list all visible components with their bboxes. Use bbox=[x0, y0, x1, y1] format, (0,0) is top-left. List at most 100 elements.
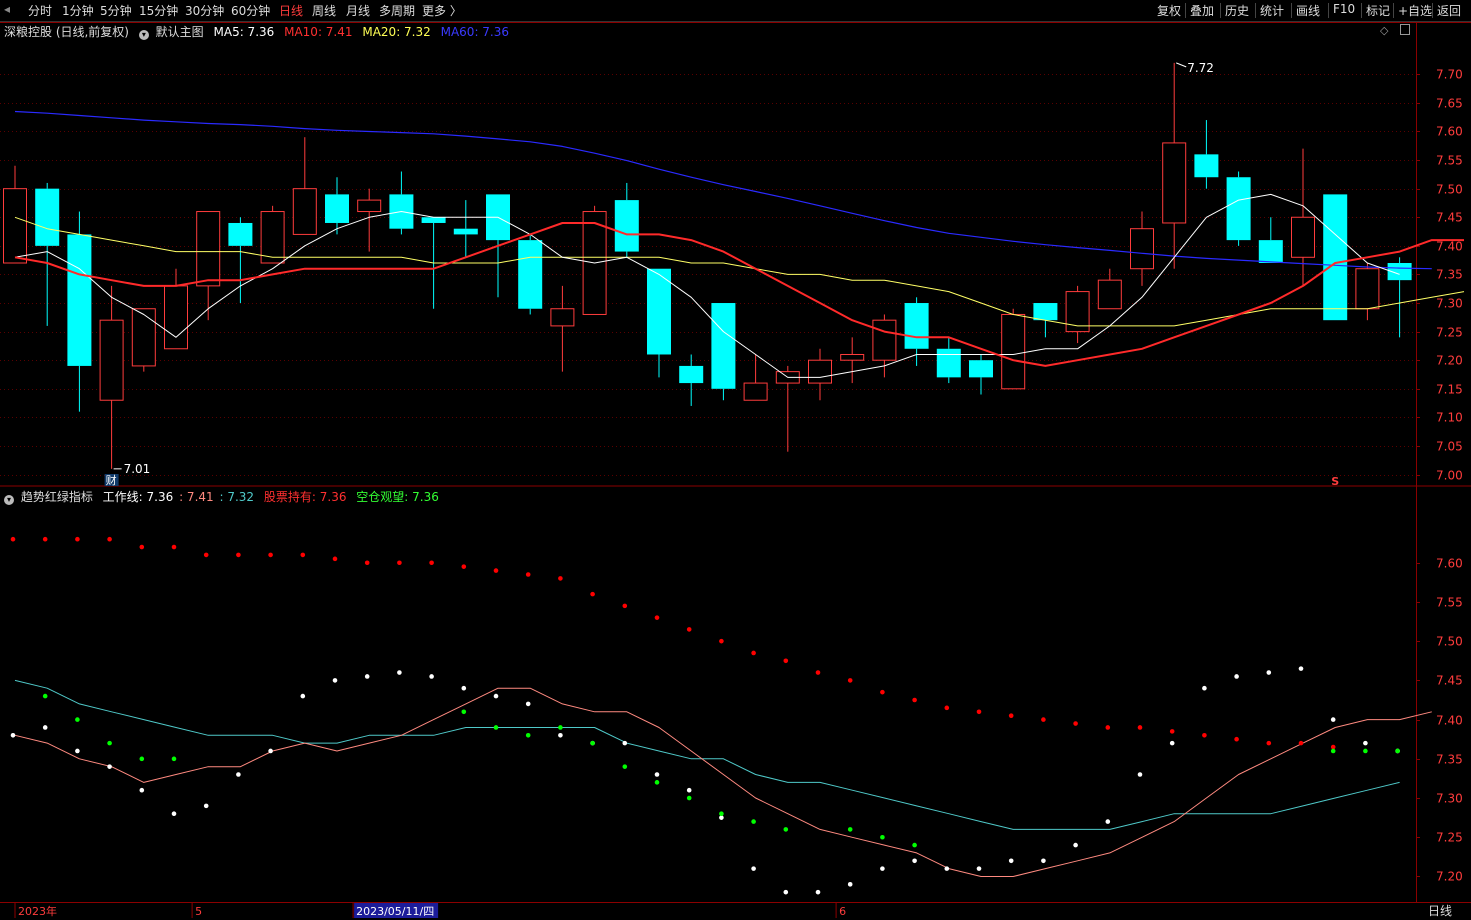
hold-dot bbox=[203, 552, 209, 558]
candle-body-up bbox=[1097, 279, 1122, 310]
period-tab-9[interactable]: 多周期 bbox=[379, 2, 415, 19]
work-dot bbox=[1008, 858, 1014, 864]
indicator-value-3: : 7.32 bbox=[219, 490, 255, 504]
candle-body-down bbox=[647, 268, 671, 355]
work-dot bbox=[1330, 717, 1336, 722]
candle bbox=[1258, 217, 1283, 263]
toolbar-action-1[interactable]: 叠加 bbox=[1190, 2, 1214, 19]
period-tab-0[interactable]: 分时 bbox=[28, 2, 52, 19]
candle bbox=[1323, 194, 1348, 321]
hold-dot bbox=[654, 615, 660, 620]
main-tick-label: 7.00 bbox=[1436, 469, 1463, 483]
candle bbox=[260, 205, 285, 264]
work-dot bbox=[1137, 772, 1143, 777]
candle bbox=[3, 165, 27, 264]
indicator-dropdown-icon[interactable]: ▾ bbox=[4, 495, 14, 505]
hold-dot bbox=[880, 689, 885, 695]
candle-body-up bbox=[1001, 313, 1026, 390]
main-tick-label: 7.30 bbox=[1436, 297, 1463, 311]
candle bbox=[67, 211, 92, 412]
candle bbox=[228, 217, 253, 304]
candle bbox=[743, 354, 768, 401]
toolbar-separator bbox=[1432, 3, 1433, 18]
work-dot bbox=[1202, 685, 1207, 691]
sub-tick-label: 7.60 bbox=[1436, 557, 1463, 571]
period-tab-5[interactable]: 60分钟 bbox=[231, 2, 270, 19]
candle-body-down bbox=[1258, 240, 1283, 263]
date-label: 2023年 bbox=[18, 904, 57, 918]
candle bbox=[1226, 171, 1251, 246]
watch-dot bbox=[751, 819, 756, 824]
work-dot bbox=[364, 674, 370, 679]
period-tab-8[interactable]: 月线 bbox=[346, 2, 370, 19]
indicator-title[interactable]: 趋势红绿指标 bbox=[21, 490, 93, 504]
hold-dot bbox=[847, 678, 853, 683]
candle-body-down bbox=[325, 194, 349, 223]
hold-dot bbox=[751, 650, 756, 656]
chart-settings-icons[interactable]: ◇ bbox=[1380, 24, 1410, 37]
candle bbox=[550, 285, 575, 372]
watch-dot bbox=[171, 756, 177, 762]
hold-dot bbox=[171, 544, 177, 550]
main-tick-label: 7.25 bbox=[1436, 326, 1463, 340]
watch-dot bbox=[912, 842, 917, 848]
candle-body-down bbox=[1194, 154, 1219, 178]
stock-name-label[interactable]: 深粮控股 (日线,前复权) bbox=[4, 25, 129, 39]
toolbar-action-2[interactable]: 历史 bbox=[1225, 2, 1249, 19]
candle-body-up bbox=[840, 353, 865, 361]
main-tick-label: 7.55 bbox=[1436, 154, 1463, 168]
work-dot bbox=[558, 732, 563, 738]
period-tab-10[interactable]: 更多 〉 bbox=[422, 2, 462, 19]
candle bbox=[1291, 148, 1315, 286]
toolbar-separator bbox=[1255, 3, 1256, 18]
toolbar-action-8[interactable]: 返回 bbox=[1437, 2, 1461, 19]
hold-dot bbox=[75, 536, 80, 542]
toolbar-action-0[interactable]: 复权 bbox=[1157, 2, 1181, 19]
candle-body-up bbox=[743, 382, 768, 401]
toolbar-action-3[interactable]: 统计 bbox=[1260, 2, 1284, 19]
toolbar-action-6[interactable]: 标记 bbox=[1366, 2, 1390, 19]
toolbar-collapse-icon[interactable]: ◂ bbox=[4, 2, 10, 16]
sub-tick-label: 7.50 bbox=[1436, 635, 1463, 649]
watch-dot bbox=[1330, 748, 1336, 754]
period-tab-1[interactable]: 1分钟 bbox=[62, 2, 94, 19]
diamond-icon[interactable]: ◇ bbox=[1380, 24, 1388, 37]
indicator-teal-line bbox=[14, 679, 1400, 830]
date-label: 5 bbox=[195, 905, 202, 918]
template-label[interactable]: 默认主图 bbox=[156, 25, 204, 39]
candle-body-up bbox=[131, 308, 156, 367]
candle bbox=[840, 337, 865, 384]
candle bbox=[1387, 257, 1412, 338]
candle bbox=[904, 297, 929, 366]
work-dot bbox=[751, 866, 756, 871]
candle-body-down bbox=[35, 188, 60, 246]
watch-value: 空仓观望: 7.36 bbox=[356, 490, 439, 504]
period-tab-4[interactable]: 30分钟 bbox=[185, 2, 224, 19]
watch-dot bbox=[461, 709, 467, 715]
sub-tick-label: 7.20 bbox=[1436, 870, 1463, 884]
toolbar-separator bbox=[1220, 3, 1221, 18]
work-dot bbox=[429, 674, 434, 679]
toolbar-action-4[interactable]: 画线 bbox=[1296, 2, 1320, 19]
period-tab-6[interactable]: 日线 bbox=[279, 2, 303, 19]
candle-body-down bbox=[904, 303, 929, 349]
hold-dot bbox=[107, 536, 112, 542]
period-tab-7[interactable]: 周线 bbox=[312, 2, 336, 19]
candle bbox=[518, 234, 543, 315]
period-tab-3[interactable]: 15分钟 bbox=[139, 2, 178, 19]
toolbar-action-7[interactable]: +自选 bbox=[1398, 2, 1432, 19]
work-dot bbox=[1169, 740, 1175, 746]
indicator-salmon-line bbox=[14, 687, 1432, 877]
candle bbox=[1194, 120, 1219, 189]
toolbar-action-5[interactable]: F10 bbox=[1333, 2, 1355, 16]
candle bbox=[453, 200, 478, 258]
period-tab-2[interactable]: 5分钟 bbox=[100, 2, 132, 19]
template-dropdown-icon[interactable]: ▾ bbox=[138, 30, 149, 40]
kline-chart[interactable]: 7.70 7.65 7.60 7.55 7.50 7.45 7.40 7.35 7.30 7.25… bbox=[0, 0, 1471, 920]
candle-body-up bbox=[872, 319, 897, 361]
sub-tick-label: 7.45 bbox=[1436, 674, 1463, 688]
work-dot bbox=[1041, 858, 1046, 864]
window-icon[interactable] bbox=[1399, 24, 1410, 35]
hold-dot bbox=[1105, 725, 1111, 730]
high-annotation-arrow bbox=[1176, 62, 1187, 68]
